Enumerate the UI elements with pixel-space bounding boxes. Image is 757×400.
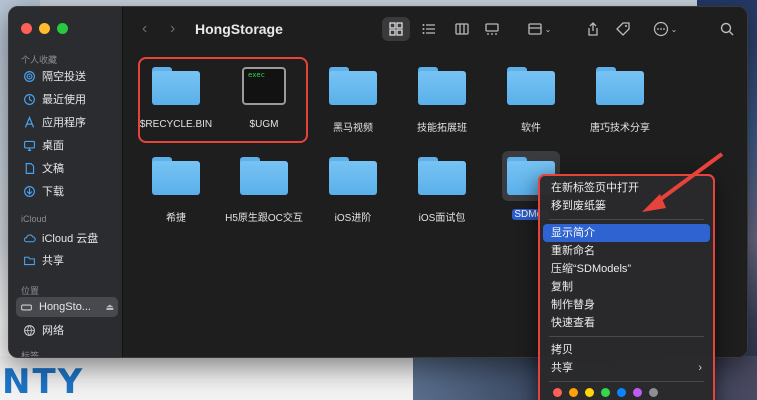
file-item[interactable]: 技能拓展班 (400, 67, 484, 134)
file-item[interactable]: 希捷 (134, 157, 218, 224)
sidebar-section-tags: 标签 (21, 351, 40, 358)
sidebar-item-documents[interactable]: 文稿 (19, 158, 117, 178)
download-icon (23, 185, 36, 198)
tag-icon (616, 22, 630, 36)
sidebar-item-label: 网络 (42, 325, 64, 337)
file-item[interactable]: exec $UGM (222, 67, 306, 130)
minimize-button[interactable] (39, 23, 50, 34)
file-item[interactable]: 软件 (489, 67, 573, 134)
drive-icon (20, 301, 33, 314)
sidebar-item-label: 共享 (42, 255, 64, 267)
folder-icon (329, 67, 377, 105)
file-name: 技能拓展班 (417, 123, 467, 134)
search-icon (720, 22, 734, 36)
document-icon (23, 162, 36, 175)
group-icon (527, 23, 542, 35)
file-name: 黑马视频 (333, 123, 373, 134)
file-item[interactable]: iOS进阶 (311, 157, 395, 224)
annotation-arrow-icon (642, 152, 724, 212)
file-name: 希捷 (166, 213, 186, 224)
folder-icon (418, 67, 466, 105)
sidebar-item-label: 下载 (42, 186, 64, 198)
sidebar-item-applications[interactable]: 应用程序 (19, 112, 117, 132)
sidebar-item-desktop[interactable]: 桌面 (19, 135, 117, 155)
gallery-view-button[interactable] (479, 17, 505, 41)
close-button[interactable] (21, 23, 32, 34)
grid-icon (389, 22, 403, 36)
file-name: iOS进阶 (334, 213, 372, 224)
desktop-text: NTY (2, 362, 85, 400)
folder-icon (240, 157, 288, 195)
zoom-button[interactable] (57, 23, 68, 34)
sidebar-section-locations: 位置 (21, 286, 40, 296)
folder-icon (152, 67, 200, 105)
more-actions-button[interactable]: ⌄ (648, 17, 682, 41)
file-name: 软件 (521, 123, 541, 134)
list-icon (422, 24, 435, 34)
toolbar: ‹ › HongStorage ⌄ ⌄ (124, 7, 747, 51)
file-item[interactable]: iOS面试包 (400, 157, 484, 224)
sidebar: 个人收藏 隔空投送 最近使用 应用程序 桌面 文稿 下载 iCloud iClo… (9, 7, 123, 357)
desktop-icon (23, 139, 36, 152)
sidebar-item-label: 桌面 (42, 140, 64, 152)
sidebar-item-shared[interactable]: 共享 (19, 250, 117, 270)
sidebar-section-favorites: 个人收藏 (21, 55, 58, 65)
sidebar-item-icloud-drive[interactable]: iCloud 云盘 (19, 228, 117, 248)
eject-icon[interactable]: ⏏ (105, 302, 114, 313)
file-name: H5原生跟OC交互 (225, 213, 303, 224)
columns-icon (455, 23, 469, 35)
sidebar-item-label: 隔空投送 (42, 71, 86, 83)
terminal-exec-icon: exec (242, 67, 286, 105)
window-title: HongStorage (195, 21, 283, 37)
file-name: iOS面试包 (418, 213, 466, 224)
sidebar-item-label: 最近使用 (42, 94, 86, 106)
folder-icon (596, 67, 644, 105)
sidebar-item-hongstorage[interactable]: HongSto... ⏏ (16, 297, 118, 317)
tag-button[interactable] (612, 17, 634, 41)
gallery-icon (485, 23, 499, 35)
icon-view-button[interactable] (382, 17, 410, 41)
file-name: 唐巧技术分享 (590, 123, 650, 134)
folder-icon (329, 157, 377, 195)
file-name: $RECYCLE.BIN (139, 119, 213, 130)
ellipsis-icon (653, 21, 668, 37)
sidebar-item-network[interactable]: 网络 (19, 320, 117, 340)
column-view-button[interactable] (449, 17, 475, 41)
search-button[interactable] (716, 17, 738, 41)
forward-button[interactable]: › (170, 20, 175, 38)
clock-icon (23, 93, 36, 106)
window-controls (21, 23, 68, 34)
sidebar-item-downloads[interactable]: 下载 (19, 181, 117, 201)
sidebar-item-label: 文稿 (42, 163, 64, 175)
sidebar-item-recents[interactable]: 最近使用 (19, 89, 117, 109)
back-button[interactable]: ‹ (142, 20, 147, 38)
sidebar-section-icloud: iCloud (21, 214, 47, 224)
applications-icon (23, 115, 36, 129)
cloud-icon (23, 232, 36, 245)
airdrop-icon (23, 70, 36, 83)
share-button[interactable] (582, 17, 604, 41)
file-item[interactable]: H5原生跟OC交互 (222, 157, 306, 224)
share-icon (588, 22, 598, 36)
folder-icon (152, 157, 200, 195)
folder-icon (507, 67, 555, 105)
file-item[interactable]: 黑马视频 (311, 67, 395, 134)
group-button[interactable]: ⌄ (519, 17, 559, 41)
file-name: $UGM (249, 119, 279, 130)
sidebar-item-label: 应用程序 (42, 117, 86, 129)
shared-folder-icon (23, 254, 36, 267)
sidebar-item-label: iCloud 云盘 (42, 233, 99, 245)
list-view-button[interactable] (416, 17, 442, 41)
file-item[interactable]: 唐巧技术分享 (578, 67, 662, 134)
sidebar-item-label: HongSto... (39, 301, 91, 313)
file-item[interactable]: $RECYCLE.BIN (134, 67, 218, 130)
exec-badge: exec (248, 71, 265, 79)
network-icon (23, 324, 36, 337)
folder-icon (418, 157, 466, 195)
sidebar-item-airdrop[interactable]: 隔空投送 (19, 66, 117, 86)
